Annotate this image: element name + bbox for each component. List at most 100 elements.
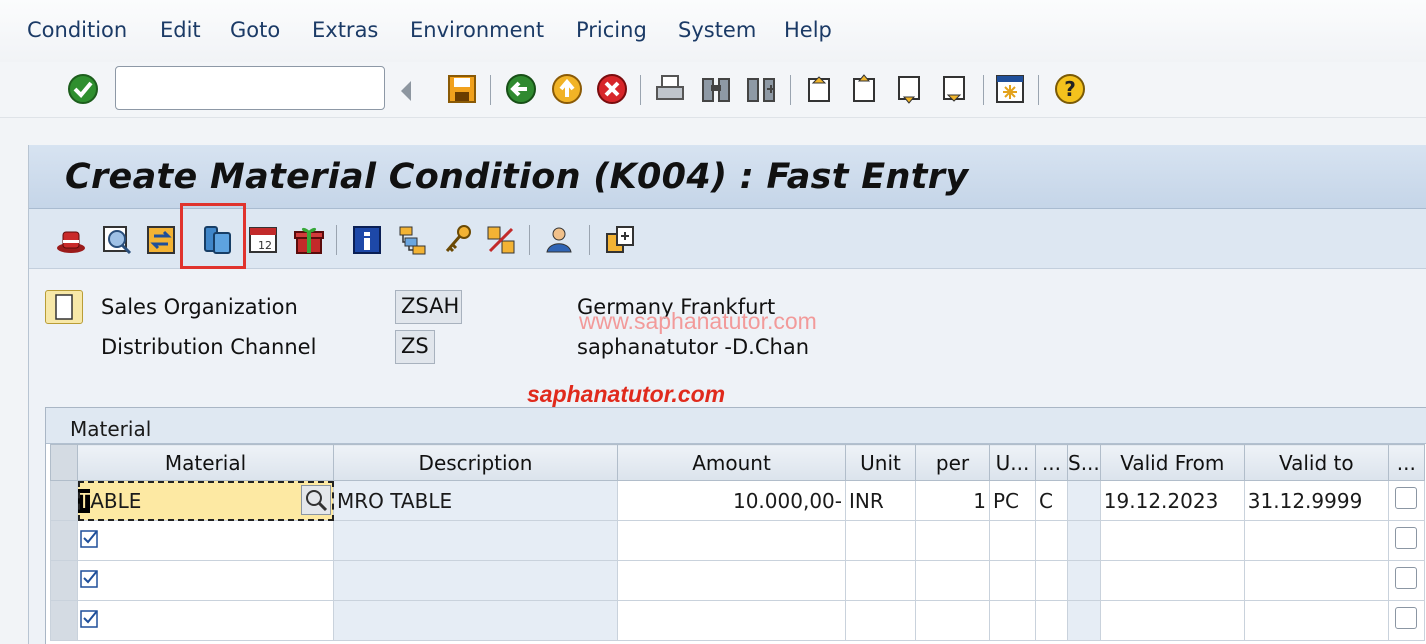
- col-scale[interactable]: S...: [1067, 444, 1101, 481]
- document-icon[interactable]: [45, 290, 83, 324]
- compare-icon[interactable]: [485, 224, 517, 256]
- material-value: ABLE: [90, 488, 142, 513]
- valid-from-cell[interactable]: [1099, 520, 1245, 561]
- print-icon[interactable]: [654, 73, 686, 105]
- valid-to-cell[interactable]: [1243, 520, 1389, 561]
- per-cell[interactable]: 1: [915, 480, 990, 521]
- valid-from-cell[interactable]: [1099, 600, 1245, 641]
- row-selector[interactable]: [50, 480, 78, 521]
- material-input[interactable]: TABLE: [77, 480, 334, 521]
- condition-info-icon[interactable]: [55, 224, 87, 256]
- help-icon[interactable]: ?: [1054, 73, 1086, 105]
- key-combination-icon[interactable]: [397, 224, 429, 256]
- row-checkbox-cell[interactable]: [1387, 520, 1425, 561]
- amount-cell[interactable]: [617, 560, 846, 601]
- valid-from-cell[interactable]: 19.12.2023: [1099, 480, 1245, 521]
- calc-type-cell[interactable]: [1035, 560, 1068, 601]
- col-calc-type[interactable]: ...: [1035, 444, 1068, 481]
- col-amount[interactable]: Amount: [617, 444, 846, 481]
- row-selector-header[interactable]: [50, 444, 78, 481]
- next-page-icon[interactable]: [894, 73, 926, 105]
- enter-icon[interactable]: [67, 73, 99, 105]
- col-more[interactable]: ...: [1387, 444, 1425, 481]
- menu-environment[interactable]: Environment: [410, 18, 544, 42]
- amount-cell[interactable]: [617, 600, 846, 641]
- back-icon[interactable]: [505, 73, 537, 105]
- unit-cell[interactable]: [845, 600, 916, 641]
- last-page-icon[interactable]: [939, 73, 971, 105]
- amount-cell[interactable]: [617, 520, 846, 561]
- row-selector[interactable]: [50, 560, 78, 601]
- variable-key-icon[interactable]: [441, 224, 473, 256]
- row-checkbox[interactable]: [1395, 567, 1418, 589]
- col-valid-to[interactable]: Valid to: [1243, 444, 1389, 481]
- material-input[interactable]: [77, 600, 334, 641]
- uom-cell[interactable]: [989, 520, 1036, 561]
- customer-icon[interactable]: [543, 224, 575, 256]
- create-session-icon[interactable]: [994, 73, 1026, 105]
- additional-data-icon[interactable]: [293, 224, 325, 256]
- row-checkbox[interactable]: [1395, 487, 1418, 509]
- menu-goto[interactable]: Goto: [230, 18, 280, 42]
- menu-edit[interactable]: Edit: [160, 18, 201, 42]
- unit-cell[interactable]: [845, 560, 916, 601]
- menu-extras[interactable]: Extras: [312, 18, 378, 42]
- row-selector[interactable]: [50, 520, 78, 561]
- menu-pricing[interactable]: Pricing: [576, 18, 647, 42]
- svg-text:?: ?: [1064, 77, 1076, 101]
- col-description[interactable]: Description: [333, 444, 618, 481]
- find-icon[interactable]: [700, 73, 732, 105]
- unit-cell[interactable]: INR: [845, 480, 916, 521]
- valid-from-cell[interactable]: [1099, 560, 1245, 601]
- calc-type-cell[interactable]: [1035, 600, 1068, 641]
- row-checkbox-cell[interactable]: [1387, 560, 1425, 601]
- row-checkbox-cell[interactable]: [1387, 600, 1425, 641]
- material-input[interactable]: [77, 560, 334, 601]
- col-per[interactable]: per: [915, 444, 990, 481]
- uom-cell[interactable]: PC: [989, 480, 1036, 521]
- command-field[interactable]: [115, 66, 385, 110]
- col-uom[interactable]: U...: [989, 444, 1036, 481]
- valid-to-cell[interactable]: [1243, 600, 1389, 641]
- exit-icon[interactable]: [551, 73, 583, 105]
- table-row: [50, 600, 1425, 641]
- row-checkbox[interactable]: [1395, 607, 1418, 629]
- col-unit[interactable]: Unit: [845, 444, 916, 481]
- menu-system[interactable]: System: [678, 18, 756, 42]
- copy-records-icon[interactable]: [202, 224, 234, 256]
- menu-condition[interactable]: Condition: [27, 18, 127, 42]
- row-checkbox-cell[interactable]: [1387, 480, 1425, 521]
- calc-type-cell[interactable]: C: [1035, 480, 1068, 521]
- find-next-icon[interactable]: [745, 73, 777, 105]
- valid-to-cell[interactable]: [1243, 560, 1389, 601]
- unit-cell[interactable]: [845, 520, 916, 561]
- first-page-icon[interactable]: [804, 73, 836, 105]
- row-selector[interactable]: [50, 600, 78, 641]
- history-arrow-icon[interactable]: [395, 75, 417, 107]
- description-cell: [333, 600, 618, 641]
- value-help-button[interactable]: [301, 485, 331, 515]
- uom-cell[interactable]: [989, 600, 1036, 641]
- menu-help[interactable]: Help: [784, 18, 832, 42]
- per-cell[interactable]: [915, 600, 990, 641]
- uom-cell[interactable]: [989, 560, 1036, 601]
- col-valid-from[interactable]: Valid From: [1099, 444, 1245, 481]
- details-info-icon[interactable]: [351, 224, 383, 256]
- per-cell[interactable]: [915, 560, 990, 601]
- display-scales-icon[interactable]: [101, 224, 133, 256]
- amount-cell[interactable]: 10.000,00-: [617, 480, 846, 521]
- previous-page-icon[interactable]: [849, 73, 881, 105]
- cancel-icon[interactable]: [596, 73, 628, 105]
- valid-to-cell[interactable]: 31.12.9999: [1243, 480, 1389, 521]
- col-material[interactable]: Material: [77, 444, 334, 481]
- calc-type-cell[interactable]: [1035, 520, 1068, 561]
- other-condition-type-icon[interactable]: [604, 224, 636, 256]
- row-checkbox[interactable]: [1395, 527, 1418, 549]
- material-input[interactable]: [77, 520, 334, 561]
- validity-periods-icon[interactable]: 12: [247, 224, 279, 256]
- table-title: Material: [70, 417, 152, 441]
- change-condition-icon[interactable]: [145, 224, 177, 256]
- table-title-bar: Material: [46, 408, 1426, 444]
- per-cell[interactable]: [915, 520, 990, 561]
- save-icon[interactable]: [446, 73, 478, 105]
